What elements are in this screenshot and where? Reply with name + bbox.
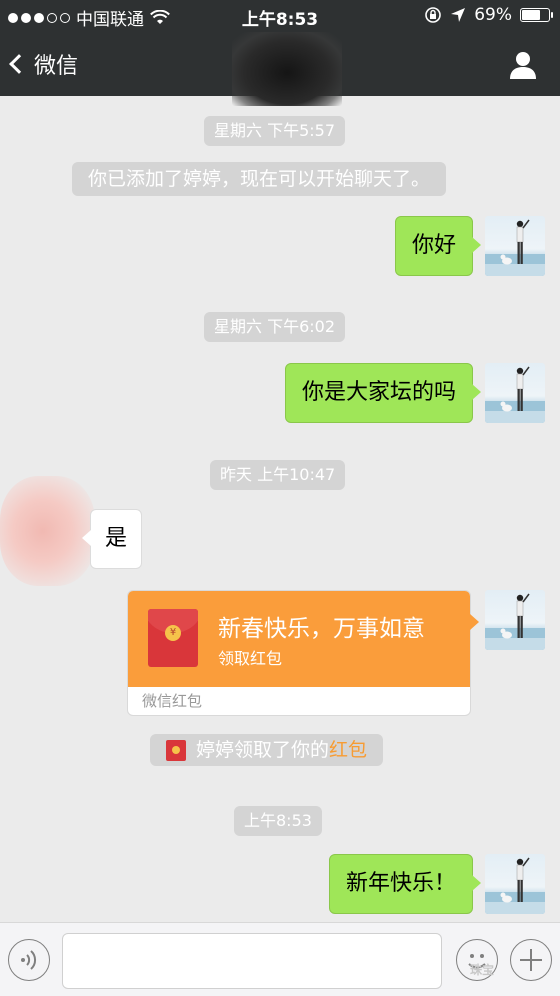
red-packet-header: ¥ 新春快乐，万事如意 领取红包 (128, 591, 470, 687)
back-label: 微信 (34, 54, 79, 79)
avatar-image (485, 593, 545, 650)
system-message: 你已添加了婷婷，现在可以开始聊天了。 (72, 162, 447, 196)
contact-avatar[interactable] (0, 476, 95, 586)
message-bubble-outgoing[interactable]: 你是大家坛的吗 (284, 363, 482, 423)
input-bar: 珠宝 (0, 922, 560, 996)
chat-area[interactable]: 星期六 下午5:57 你已添加了婷婷，现在可以开始聊天了。 你好 星期六 下午6… (0, 96, 560, 922)
status-right: 69% (424, 5, 553, 25)
person-icon[interactable] (508, 50, 538, 80)
plus-icon (520, 949, 542, 971)
timestamp: 星期六 下午5:57 (204, 116, 346, 146)
notice-text: 婷婷领取了你的 (196, 739, 330, 761)
location-arrow-icon (451, 8, 466, 22)
redacted-title (232, 32, 342, 106)
plus-button[interactable] (510, 939, 552, 981)
avatar-image (485, 857, 545, 914)
watermark: 珠宝 (470, 963, 495, 977)
status-bar: 中国联通 上午8:53 69% (0, 0, 560, 32)
back-button[interactable]: 微信 (9, 48, 79, 80)
battery-fill (522, 10, 540, 20)
red-packet-link[interactable]: 红包 (329, 739, 367, 761)
message-bubble-incoming[interactable]: 是 (81, 509, 143, 569)
red-envelope-icon: ¥ (148, 609, 198, 667)
chevron-left-icon (9, 54, 29, 74)
rotation-lock-icon (425, 7, 442, 23)
message-input[interactable] (62, 933, 442, 989)
red-packet-tail (470, 614, 479, 630)
battery-percent: 69% (474, 5, 512, 25)
red-packet-subtitle: 领取红包 (218, 649, 283, 668)
red-packet-notice: 婷婷领取了你的红包 (150, 734, 384, 766)
timestamp: 上午8:53 (234, 806, 322, 836)
nav-bar: 微信 (0, 32, 560, 106)
red-packet-footer: 微信红包 (142, 692, 203, 710)
avatar-image (485, 219, 545, 276)
voice-button[interactable] (8, 939, 50, 981)
voice-icon (21, 950, 37, 970)
red-envelope-icon (166, 740, 186, 761)
red-packet-title: 新春快乐，万事如意 (218, 616, 425, 642)
message-bubble-outgoing[interactable]: 新年快乐！ (328, 854, 482, 914)
my-avatar[interactable] (485, 363, 545, 423)
my-avatar[interactable] (485, 590, 545, 650)
red-packet-card[interactable]: ¥ 新春快乐，万事如意 领取红包 微信红包 (127, 590, 471, 716)
my-avatar[interactable] (485, 854, 545, 914)
my-avatar[interactable] (485, 216, 545, 276)
battery-icon (520, 8, 553, 22)
message-bubble-outgoing[interactable]: 你好 (394, 216, 482, 276)
timestamp: 星期六 下午6:02 (204, 312, 346, 342)
timestamp: 昨天 上午10:47 (210, 460, 346, 490)
avatar-image (485, 366, 545, 423)
